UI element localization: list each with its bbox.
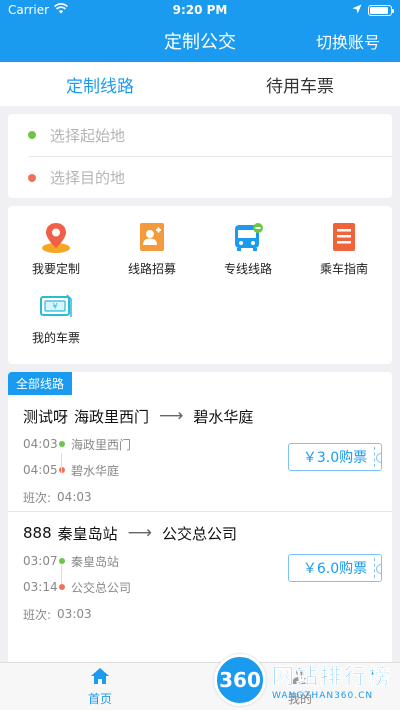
app-header: Carrier 9:20 PM 定制公交 切换账号: [0, 0, 400, 62]
nav-bar: 定制公交 切换账号: [0, 20, 400, 62]
destination-dot: [28, 173, 36, 182]
origin-dot: [28, 131, 36, 139]
stop-time: 03:14: [23, 580, 58, 594]
tab-custom-routes[interactable]: 定制线路: [0, 62, 200, 106]
origin-placeholder: 选择起始地: [50, 126, 126, 145]
menu-special-lines[interactable]: 专线线路: [200, 220, 296, 277]
route-from: 海政里西门: [74, 407, 150, 426]
menu-label: 我的车票: [31, 331, 80, 345]
menu-my-tickets[interactable]: ¥ 我的车票: [8, 289, 104, 346]
bus-icon: [231, 220, 265, 254]
stop-name: 海政里西门: [71, 437, 132, 452]
menu-route-recruit[interactable]: 线路招募: [104, 220, 200, 277]
status-bar: Carrier 9:20 PM: [0, 0, 400, 20]
origin-field[interactable]: 选择起始地: [28, 114, 392, 156]
menu-label: 乘车指南: [319, 262, 368, 276]
page-title: 定制公交: [164, 32, 236, 53]
watermark-url: WANGZHAN360.CN: [271, 691, 374, 701]
svg-text:¥: ¥: [52, 302, 57, 311]
buy-ticket-button[interactable]: ￥6.0购票: [288, 554, 382, 582]
location-selector: 选择起始地 选择目的地: [8, 114, 392, 198]
all-routes-tag: 全部线路: [8, 372, 73, 395]
shift-info: 班次: 04:03: [23, 483, 392, 511]
stop-time: 04:03: [23, 437, 58, 451]
destination-field[interactable]: 选择目的地: [28, 156, 392, 198]
route-card[interactable]: 测试呀 海政里西门 ⟶ 碧水华庭 04:03 海政里西门 04:05 碧水华庭 …: [8, 401, 392, 511]
buy-ticket-button[interactable]: ￥3.0购票: [288, 443, 382, 471]
routes-list: 全部线路 测试呀 海政里西门 ⟶ 碧水华庭 04:03 海政里西门 04:05 …: [8, 372, 392, 672]
stop-name: 秦皇岛站: [71, 554, 120, 569]
switch-account-button[interactable]: 切换账号: [316, 29, 380, 53]
route-name: 888: [23, 524, 52, 542]
route-from: 秦皇岛站: [57, 524, 118, 543]
tab-bar: 定制线路 待用车票: [0, 62, 400, 106]
battery-icon: [368, 4, 394, 16]
map-pin-icon: [39, 220, 73, 254]
feature-menu: 我要定制 线路招募 专线线路 乘车指南 ¥ 我的车票: [8, 206, 392, 364]
route-to: 公交总公司: [162, 524, 238, 543]
menu-label: 专线线路: [223, 262, 272, 276]
stop-time: 03:07: [23, 554, 58, 568]
stop-name: 碧水华庭: [71, 463, 120, 478]
menu-custom-request[interactable]: 我要定制: [8, 220, 104, 277]
arrow-right-icon: ⟶: [159, 406, 184, 426]
watermark: 360 网站排行榜 WANGZHAN360.CN: [213, 654, 392, 706]
tab-home-label: 首页: [87, 691, 112, 706]
recruit-icon: [135, 220, 169, 254]
watermark-badge: 360: [213, 654, 266, 706]
shift-label: 班次:: [23, 490, 52, 505]
shift-info: 班次: 03:03: [23, 600, 392, 628]
shift-time: 03:03: [57, 607, 92, 621]
shift-time: 04:03: [57, 490, 92, 504]
arrow-right-icon: ⟶: [127, 523, 153, 543]
home-icon: [90, 667, 110, 688]
ticket-icon: ¥: [39, 289, 73, 323]
route-title: 测试呀 海政里西门 ⟶ 碧水华庭: [23, 401, 392, 431]
menu-ride-guide[interactable]: 乘车指南: [296, 220, 392, 277]
status-time: 9:20 PM: [172, 3, 228, 17]
stop-time: 04:05: [23, 463, 58, 477]
watermark-title: 网站排行榜: [271, 665, 392, 691]
menu-label: 我要定制: [31, 262, 80, 276]
guide-icon: [327, 220, 361, 254]
route-to: 碧水华庭: [193, 407, 254, 426]
tab-pending-tickets[interactable]: 待用车票: [200, 62, 400, 106]
stop-name: 公交总公司: [71, 580, 132, 595]
tab-home[interactable]: 首页: [0, 663, 200, 710]
menu-label: 线路招募: [127, 262, 176, 276]
route-card[interactable]: 888 秦皇岛站 ⟶ 公交总公司 03:07 秦皇岛站 03:14 公交总公司 …: [8, 511, 392, 628]
route-title: 888 秦皇岛站 ⟶ 公交总公司: [23, 518, 392, 548]
route-name: 测试呀: [23, 407, 69, 426]
shift-label: 班次:: [23, 607, 52, 622]
destination-placeholder: 选择目的地: [50, 169, 126, 187]
